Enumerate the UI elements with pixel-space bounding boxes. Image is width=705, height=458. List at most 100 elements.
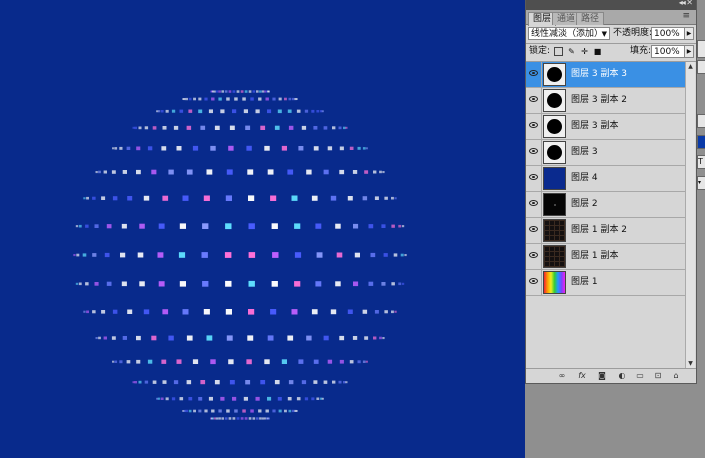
dock-icon-button[interactable]: T [697,155,705,169]
sphere-light-dot [104,252,110,258]
link-layers-icon[interactable]: ∞ [556,370,568,381]
layer-row[interactable]: 图层 4 [526,166,685,192]
sphere-light-dot [147,146,153,151]
layer-row[interactable]: 图层 1 [526,270,685,296]
sphere-light-dot [330,195,337,201]
visibility-eye-icon[interactable] [526,88,542,113]
adjustment-layer-icon[interactable]: ◐ [616,370,628,381]
sphere-light-dot [94,224,99,228]
sphere-light-dot [339,169,345,175]
sphere-light-dot [134,126,137,130]
visibility-eye-icon[interactable] [526,244,542,269]
tab-paths[interactable]: 路径 [576,12,605,25]
sphere-light-dot [160,397,164,400]
sphere-light-dot [226,169,233,175]
visibility-eye-icon[interactable] [526,62,542,87]
lock-position-icon[interactable]: ✛ [580,47,589,56]
sphere-light-dot [160,110,164,113]
sphere-light-dot [234,97,238,101]
color-swatch[interactable] [697,135,705,149]
visibility-eye-icon[interactable] [526,166,542,191]
fill-field[interactable]: 100% [651,45,685,58]
sphere-light-dot [383,253,388,257]
sphere-light-dot [103,336,107,340]
panel-titlebar[interactable]: ◂◂ ✕ [526,0,696,10]
sphere-light-dot [321,397,324,400]
sphere-light-dot [220,109,225,114]
dock-field[interactable] [697,114,705,128]
opacity-field[interactable]: 100% [651,27,685,40]
sphere-light-dot [147,359,153,364]
sphere-light-dot [111,336,116,340]
panel-menu-icon[interactable]: ≡ [682,11,690,21]
dock-field[interactable] [697,60,705,74]
sphere-light-dot [384,196,388,200]
scroll-up-arrow-icon[interactable]: ▲ [686,62,695,71]
visibility-eye-icon[interactable] [526,270,542,295]
lock-all-icon[interactable]: ■ [593,47,602,56]
layer-row[interactable]: 图层 3 [526,140,685,166]
sphere-light-dot [151,335,157,341]
layer-row[interactable]: 图层 1 副本 2 [526,218,685,244]
sphere-light-dot [78,282,82,286]
sphere-light-dot [401,282,405,285]
new-group-icon[interactable]: ▭ [634,370,646,381]
sphere-light-dot [173,125,179,130]
sphere-light-dot [248,195,255,201]
layer-row[interactable]: 图层 2 [526,192,685,218]
sphere-light-dot [304,397,309,401]
sphere-light-dot [122,336,127,340]
sphere-light-dot [332,380,336,384]
fill-slider-button[interactable]: ▶ [684,45,694,58]
sphere-light-dot [203,195,210,201]
sphere-light-dot [248,417,252,420]
layer-row[interactable]: 图层 1 副本 [526,244,685,270]
layer-list-scrollbar[interactable]: ▲ ▼ [685,62,695,368]
layer-row[interactable]: 图层 3 副本 [526,114,685,140]
visibility-eye-icon[interactable] [526,140,542,165]
layer-thumbnail [543,63,566,86]
layer-row[interactable]: 图层 3 副本 2 [526,88,685,114]
visibility-eye-icon[interactable] [526,192,542,217]
collapse-panel-icon[interactable]: ◂◂ ✕ [679,0,693,7]
layer-row[interactable]: 图层 3 副本 3 [526,62,685,88]
visibility-eye-icon[interactable] [526,114,542,139]
dock-dropdown[interactable]: ▾ [697,176,705,190]
sphere-light-dot [316,397,320,400]
sphere-light-dot [252,90,256,93]
new-layer-icon[interactable]: ⊡ [652,370,664,381]
sphere-light-dot [374,196,379,200]
sphere-light-dot [112,309,118,314]
sphere-light-dot [208,396,213,401]
sphere-light-dot [381,282,386,286]
visibility-eye-icon[interactable] [526,218,542,243]
sphere-light-dot [92,310,96,314]
sphere-light-dot [311,397,315,401]
layer-thumbnail [543,89,566,112]
layer-mask-icon[interactable]: ◙ [596,370,608,381]
trash-icon[interactable]: ⌂ [670,370,682,381]
sphere-light-dot [373,170,377,174]
sphere-light-dot [265,97,269,101]
sphere-light-dot [137,252,144,258]
dock-field[interactable] [697,40,705,58]
sphere-light-dot [272,409,276,413]
sphere-light-dot [224,417,228,420]
sphere-light-dot [291,97,295,101]
blend-mode-select[interactable]: 线性减淡（添加） ▼ [528,27,610,40]
opacity-slider-button[interactable]: ▶ [684,27,694,40]
sphere-light-dot [242,97,246,101]
lock-transparency-icon[interactable] [554,47,563,56]
scroll-down-arrow-icon[interactable]: ▼ [686,359,695,368]
fx-icon[interactable]: fx [576,370,588,381]
sphere-light-dot [162,195,169,201]
sphere-light-dot [226,409,230,413]
sphere-light-dot [353,281,359,287]
sphere-light-dot [162,380,167,384]
sphere-light-dot [162,126,167,130]
lock-pixels-brush-icon[interactable]: ✎ [567,47,576,56]
layer-thumbnail [543,167,566,190]
panel-tabs: 图层 通道 路径 ≡ [526,10,696,26]
sphere-light-dot [295,98,298,100]
document-canvas[interactable] [0,0,525,458]
